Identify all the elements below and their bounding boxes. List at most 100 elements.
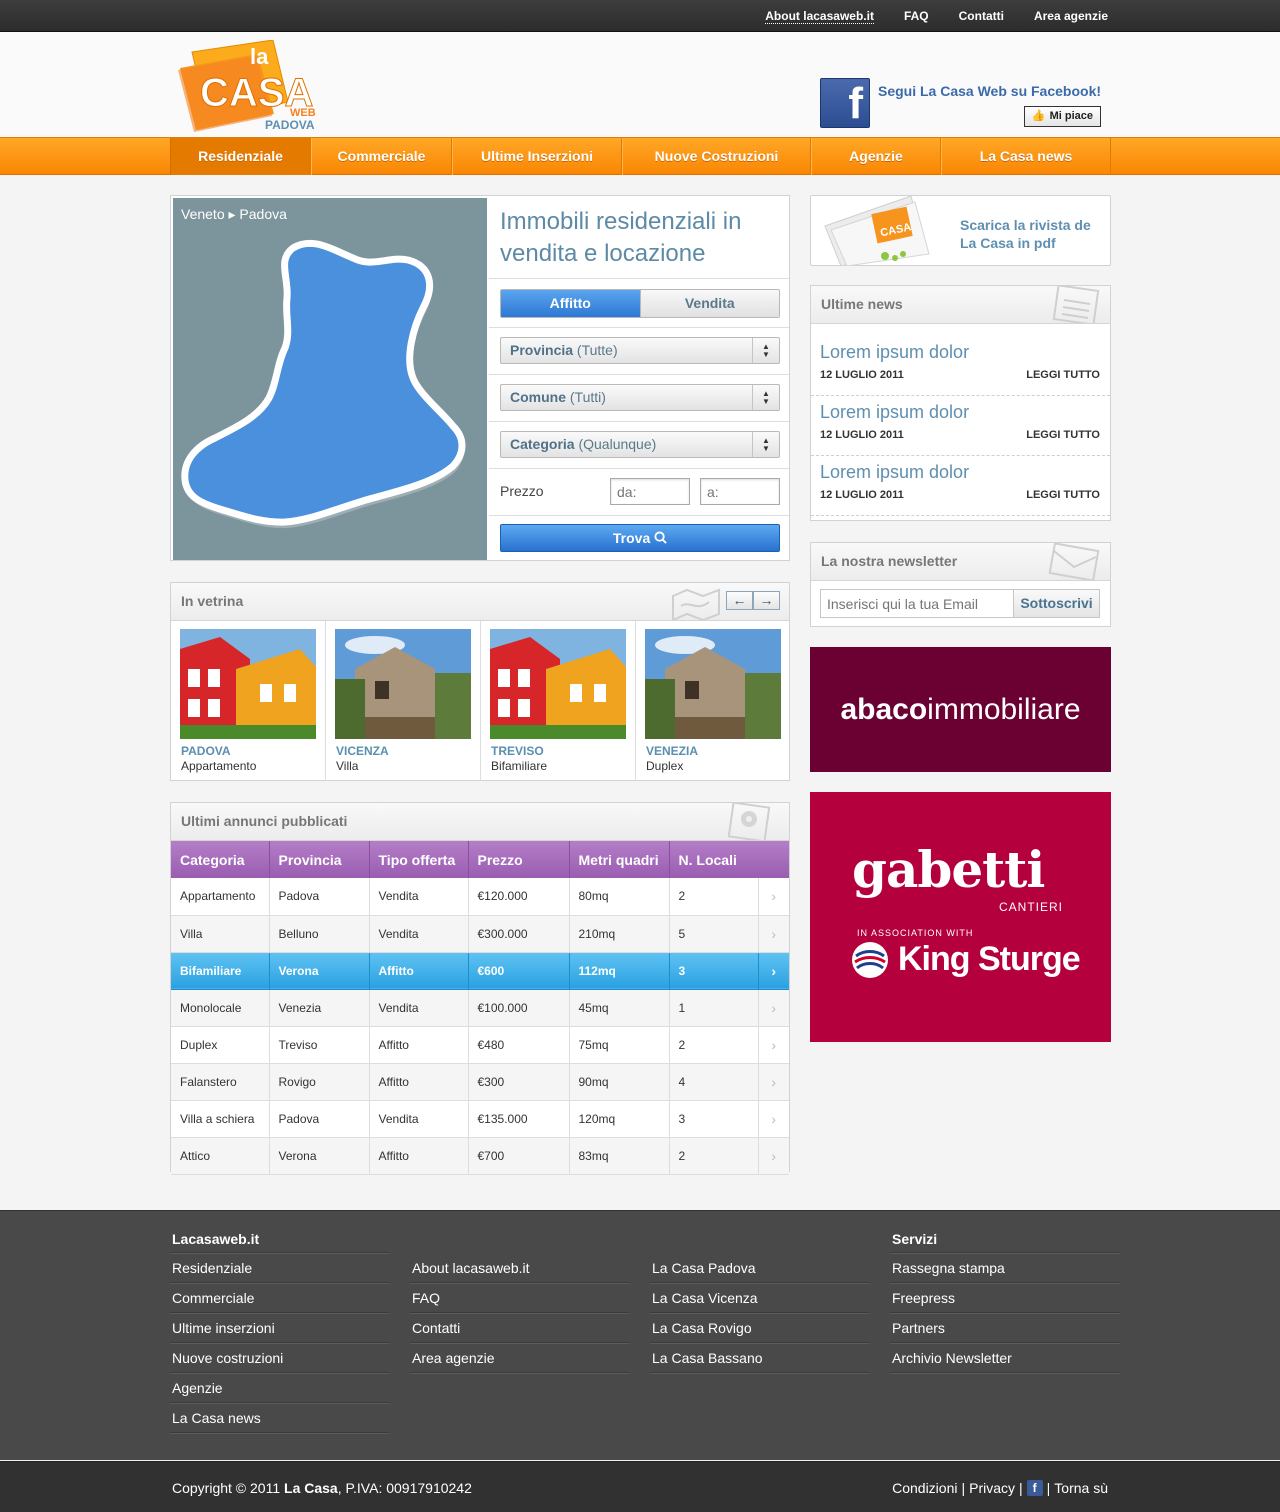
rivista-banner[interactable]: CASA Scarica la rivista de La Casa in pd… xyxy=(810,195,1111,266)
chevron-right-icon[interactable]: › xyxy=(758,915,789,953)
vetrina-item[interactable]: VENEZIA Duplex xyxy=(636,621,791,781)
nav-item-agenzie[interactable]: Agenzie xyxy=(811,138,941,175)
top-link-about[interactable]: About lacasaweb.it xyxy=(765,9,874,24)
tab-vendita[interactable]: Vendita xyxy=(639,290,779,317)
vetrina-item[interactable]: TREVISO Bifamiliare xyxy=(481,621,636,781)
footer-link[interactable]: La Casa Bassano xyxy=(650,1343,869,1373)
footer-col-servizi: Servizi Rassegna stampa Freepress Partners… xyxy=(890,1229,1120,1373)
table-row[interactable]: Appartamento Padova Vendita €120.000 80mq 2 › xyxy=(171,878,789,916)
condizioni-link[interactable]: Condizioni xyxy=(892,1480,957,1496)
price-from-input[interactable] xyxy=(610,478,690,505)
nav-item-la-casa-news[interactable]: La Casa news xyxy=(941,138,1111,175)
footer-link[interactable]: Residenziale xyxy=(170,1253,389,1283)
footer-link[interactable]: La Casa Vicenza xyxy=(650,1283,869,1313)
news-item-title[interactable]: Lorem ipsum dolor xyxy=(820,462,969,483)
column-header[interactable]: Provincia xyxy=(269,841,370,878)
region-map[interactable]: Veneto ▸ Padova xyxy=(173,198,487,560)
column-header[interactable]: Tipo offerta xyxy=(369,841,469,878)
categoria-select[interactable]: Categoria (Qualunque) ▲ ▼ xyxy=(500,431,780,458)
footer-link[interactable]: Rassegna stampa xyxy=(890,1253,1120,1283)
vetrina-item[interactable]: VICENZA Villa xyxy=(326,621,481,781)
trova-button[interactable]: Trova xyxy=(500,524,780,552)
chevron-right-icon[interactable]: › xyxy=(758,1137,789,1175)
table-row[interactable]: Attico Verona Affitto €700 83mq 2 › xyxy=(171,1137,789,1175)
footer: Lacasaweb.it Residenziale Commerciale Ulti… xyxy=(0,1210,1280,1460)
footer-link[interactable]: Ultime inserzioni xyxy=(170,1313,389,1343)
footer-link[interactable]: Contatti xyxy=(410,1313,629,1343)
vetrina-type: Bifamiliare xyxy=(491,759,548,773)
news-item[interactable]: Lorem ipsum dolor 12 LUGLIO 2011 LEGGI T… xyxy=(811,336,1110,396)
newsletter-email-input[interactable] xyxy=(820,589,1013,618)
vetrina-item[interactable]: PADOVA Appartamento xyxy=(171,621,326,781)
table-cell: €600 xyxy=(468,952,570,990)
back-to-top-link[interactable]: Torna sù xyxy=(1054,1480,1108,1496)
nav-item-ultime-inserzioni[interactable]: Ultime Inserzioni xyxy=(452,138,622,175)
footer-link[interactable]: Partners xyxy=(890,1313,1120,1343)
facebook-icon[interactable]: f xyxy=(820,78,870,128)
column-header[interactable]: Categoria xyxy=(171,841,270,878)
provincia-select[interactable]: Provincia (Tutte) ▲ ▼ xyxy=(500,337,780,364)
nav-item-commerciale[interactable]: Commerciale xyxy=(311,138,452,175)
news-read-more-link[interactable]: LEGGI TUTTO xyxy=(1026,429,1100,441)
footer-link[interactable]: Freepress xyxy=(890,1283,1120,1313)
abaco-light-text: immobiliare xyxy=(927,693,1081,726)
footer-link[interactable]: La Casa news xyxy=(170,1403,389,1433)
facebook-icon[interactable]: f xyxy=(1026,1480,1043,1496)
abaco-immobiliare-ad[interactable]: abacoimmobiliare xyxy=(810,647,1111,772)
like-button[interactable]: 👍 Mi piace xyxy=(1023,106,1101,127)
news-item-date: 12 LUGLIO 2011 xyxy=(820,429,904,441)
footer-link[interactable]: Agenzie xyxy=(170,1373,389,1403)
table-cell: Bifamiliare xyxy=(171,952,270,990)
table-row[interactable]: Duplex Treviso Affitto €480 75mq 2 › xyxy=(171,1026,789,1064)
footer-link[interactable]: Commerciale xyxy=(170,1283,389,1313)
column-header[interactable]: N. Locali xyxy=(669,841,789,878)
footer-link[interactable]: Archivio Newsletter xyxy=(890,1343,1120,1373)
news-read-more-link[interactable]: LEGGI TUTTO xyxy=(1026,489,1100,501)
table-row[interactable]: Falanstero Rovigo Affitto €300 90mq 4 › xyxy=(171,1063,789,1101)
gabetti-logo-text: gabetti xyxy=(852,840,1045,899)
news-item[interactable]: Lorem ipsum dolor 12 LUGLIO 2011 LEGGI T… xyxy=(811,456,1110,516)
column-header[interactable]: Prezzo xyxy=(468,841,570,878)
table-row[interactable]: Villa Belluno Vendita €300.000 210mq 5 › xyxy=(171,915,789,953)
news-item[interactable]: Lorem ipsum dolor 12 LUGLIO 2011 LEGGI T… xyxy=(811,396,1110,456)
chevron-right-icon[interactable]: › xyxy=(758,1100,789,1138)
newsletter-subscribe-button[interactable]: Sottoscrivi xyxy=(1013,589,1100,618)
news-item-title[interactable]: Lorem ipsum dolor xyxy=(820,342,969,363)
footer-link[interactable]: La Casa Padova xyxy=(650,1253,869,1283)
nav-item-nuove-costruzioni[interactable]: Nuove Costruzioni xyxy=(622,138,811,175)
chevron-right-icon[interactable]: › xyxy=(758,989,789,1027)
top-link-area-agenzie[interactable]: Area agenzie xyxy=(1034,9,1108,24)
table-row[interactable]: Bifamiliare Verona Affitto €600 112mq 3 › xyxy=(171,952,789,990)
footer-link[interactable]: Nuove costruzioni xyxy=(170,1343,389,1373)
site-logo[interactable]: la CASA WEB PADOVA xyxy=(178,39,328,135)
footer-heading: Servizi xyxy=(890,1229,1120,1253)
chevron-right-icon[interactable]: › xyxy=(758,878,789,916)
vetrina-next-button[interactable]: → xyxy=(753,591,780,610)
nav-item-residenziale[interactable]: Residenziale xyxy=(170,138,311,175)
footer-col-lacasaweb: Lacasaweb.it Residenziale Commerciale Ulti… xyxy=(170,1229,389,1433)
news-item-title[interactable]: Lorem ipsum dolor xyxy=(820,402,969,423)
table-cell: Vendita xyxy=(369,989,469,1027)
price-to-input[interactable] xyxy=(700,478,780,505)
facebook-text[interactable]: Segui La Casa Web su Facebook! xyxy=(878,83,1101,99)
table-cell: Villa a schiera xyxy=(171,1100,270,1138)
comune-select[interactable]: Comune (Tutti) ▲ ▼ xyxy=(500,384,780,411)
table-row[interactable]: Monolocale Venezia Vendita €100.000 45mq 1 › xyxy=(171,989,789,1027)
news-read-more-link[interactable]: LEGGI TUTTO xyxy=(1026,369,1100,381)
top-link-faq[interactable]: FAQ xyxy=(904,9,929,24)
vetrina-prev-button[interactable]: ← xyxy=(726,591,753,610)
tab-affitto[interactable]: Affitto xyxy=(501,290,640,317)
footer-link[interactable]: FAQ xyxy=(410,1283,629,1313)
column-header[interactable]: Metri quadri xyxy=(569,841,670,878)
top-link-contatti[interactable]: Contatti xyxy=(959,9,1004,24)
chevron-right-icon[interactable]: › xyxy=(758,952,789,990)
gabetti-ad[interactable]: gabetti CANTIERI IN ASSOCIATION WITH Kin… xyxy=(810,792,1111,1042)
footer-link[interactable]: Area agenzie xyxy=(410,1343,629,1373)
privacy-link[interactable]: Privacy xyxy=(969,1480,1015,1496)
chevron-right-icon[interactable]: › xyxy=(758,1026,789,1064)
chevron-right-icon[interactable]: › xyxy=(758,1063,789,1101)
footer-link[interactable]: La Casa Rovigo xyxy=(650,1313,869,1343)
footer-link[interactable]: About lacasaweb.it xyxy=(410,1253,629,1283)
footer-list: Rassegna stampa Freepress Partners Archivio… xyxy=(890,1253,1120,1373)
table-row[interactable]: Villa a schiera Padova Vendita €135.000 120m… xyxy=(171,1100,789,1138)
